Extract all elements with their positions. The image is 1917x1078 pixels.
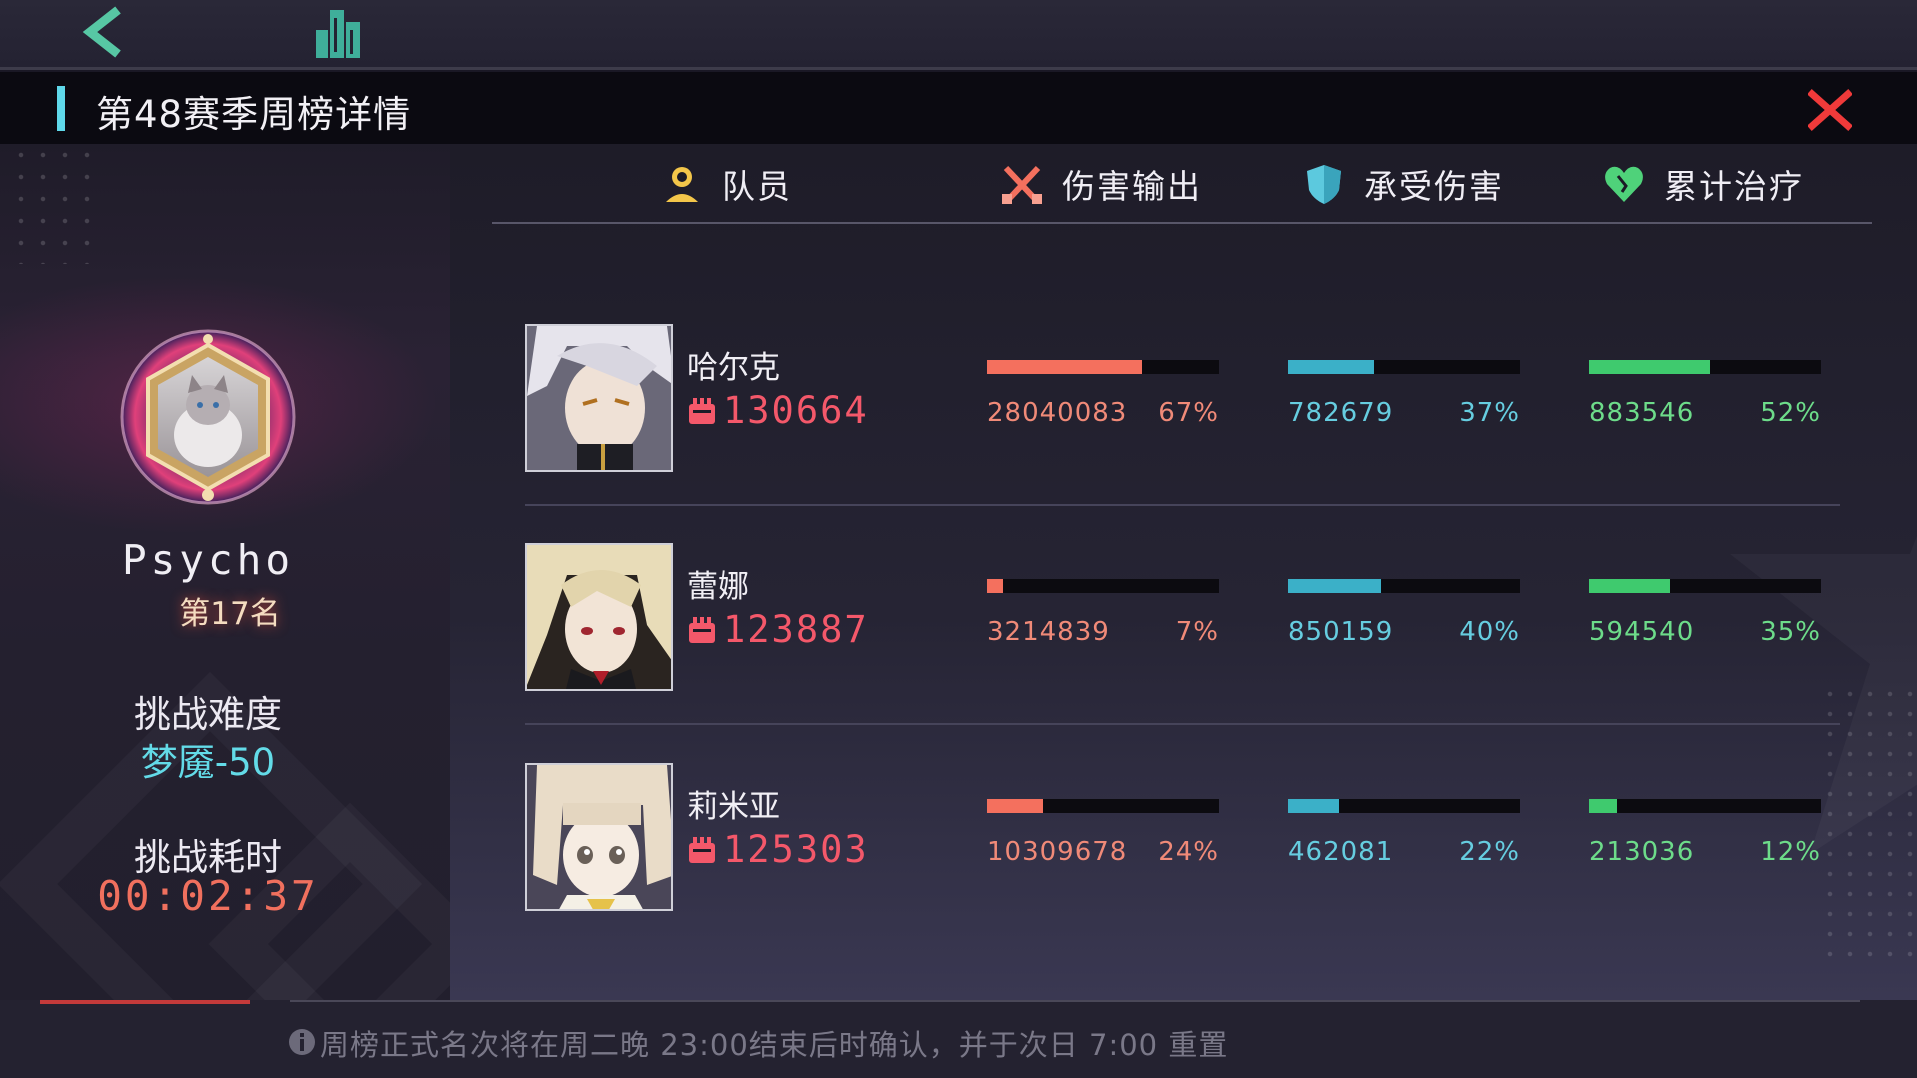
taken-bar <box>1288 799 1520 813</box>
hero-name: 莉米亚 <box>687 789 780 825</box>
damage-percent: 7% <box>1175 617 1219 647</box>
info-icon <box>289 1029 315 1055</box>
row-divider <box>525 723 1840 725</box>
damage-bar <box>987 360 1219 374</box>
team-member-row[interactable]: 哈尔克 130664 28040083 67% 782679 37% 88354… <box>525 324 1840 474</box>
damage-percent: 24% <box>1158 837 1219 867</box>
damage-bar-fill <box>987 360 1143 374</box>
hero-portrait[interactable] <box>525 324 673 472</box>
damage-value: 3214839 <box>987 617 1110 647</box>
hero-portrait-art <box>527 545 671 689</box>
difficulty-label: 挑战难度 <box>134 693 282 736</box>
damage-bar <box>987 579 1219 593</box>
healing-bar-fill <box>1589 799 1617 813</box>
column-member-label: 队员 <box>722 167 792 206</box>
column-healing-label: 累计治疗 <box>1664 167 1804 206</box>
hero-portrait-art <box>527 326 671 470</box>
healing-bar-fill <box>1589 579 1671 593</box>
fist-icon <box>689 616 715 643</box>
healing-value: 213036 <box>1589 837 1695 867</box>
taken-bar <box>1288 360 1520 374</box>
healing-percent: 35% <box>1760 617 1821 647</box>
healing-percent: 12% <box>1760 837 1821 867</box>
title-accent-bar <box>57 86 65 131</box>
player-name: Psycho <box>121 536 295 584</box>
team-member-row[interactable]: 蕾娜 123887 3214839 7% 850159 40% 594540 3… <box>525 543 1840 693</box>
hero-power: 130664 <box>687 389 869 432</box>
fist-icon <box>689 836 715 863</box>
person-icon <box>666 167 698 202</box>
column-taken-label: 承受伤害 <box>1364 167 1504 206</box>
time-value: 00:02:37 <box>97 872 319 920</box>
hero-portrait[interactable] <box>525 763 673 911</box>
damage-bar <box>987 799 1219 813</box>
taken-bar-fill <box>1288 799 1340 813</box>
fist-icon <box>689 397 715 424</box>
top-bar <box>0 0 1917 70</box>
damage-bar-fill <box>987 579 1004 593</box>
column-taken: 承受伤害 <box>1302 158 1504 210</box>
dialog-title: 第48赛季周榜详情 <box>96 93 412 136</box>
player-panel: Psycho 第17名 挑战难度 梦魇-50 挑战耗时 00:02:37 <box>0 144 450 1000</box>
footer-accent <box>40 1000 250 1004</box>
player-rank: 第17名 <box>179 596 281 632</box>
hero-power-value: 123887 <box>723 608 869 651</box>
column-healing: 累计治疗 <box>1602 158 1804 210</box>
player-avatar[interactable] <box>118 327 298 507</box>
shield-icon <box>1307 165 1341 204</box>
healing-bar <box>1589 799 1821 813</box>
taken-value: 782679 <box>1288 398 1394 428</box>
taken-bar-fill <box>1288 579 1381 593</box>
city-buildings-icon[interactable] <box>310 4 366 60</box>
hero-power: 125303 <box>687 828 869 871</box>
healing-value: 883546 <box>1589 398 1695 428</box>
dialog-header: 第48赛季周榜详情 <box>0 72 1917 144</box>
healing-bar <box>1589 579 1821 593</box>
hero-name: 哈尔克 <box>687 350 780 386</box>
team-member-row[interactable]: 莉米亚 125303 10309678 24% 462081 22% 21303… <box>525 763 1840 913</box>
footer: 周榜正式名次将在周二晚 23:00结束后时确认，并于次日 7:00 重置 <box>0 1000 1917 1078</box>
row-divider <box>525 504 1840 506</box>
taken-percent: 37% <box>1459 398 1520 428</box>
taken-percent: 22% <box>1459 837 1520 867</box>
taken-bar <box>1288 579 1520 593</box>
hero-portrait[interactable] <box>525 543 673 691</box>
taken-percent: 40% <box>1459 617 1520 647</box>
header-divider <box>492 222 1872 224</box>
close-icon[interactable] <box>1808 88 1852 132</box>
decor-dots <box>10 144 100 264</box>
healing-bar-fill <box>1589 360 1710 374</box>
hero-portrait-art <box>527 765 671 909</box>
taken-bar-fill <box>1288 360 1374 374</box>
season-detail-dialog: 第48赛季周榜详情 Psycho 第17名 挑战难度 梦魇-50 挑战耗时 00… <box>0 72 1917 1000</box>
column-member: 队员 <box>660 158 792 210</box>
healing-bar <box>1589 360 1821 374</box>
hero-power: 123887 <box>687 608 869 651</box>
damage-percent: 67% <box>1158 398 1219 428</box>
back-chevron-icon[interactable] <box>78 4 128 60</box>
hero-power-value: 130664 <box>723 389 869 432</box>
difficulty-value: 梦魇-50 <box>140 741 276 784</box>
damage-value: 28040083 <box>987 398 1128 428</box>
taken-value: 850159 <box>1288 617 1394 647</box>
taken-value: 462081 <box>1288 837 1394 867</box>
footer-divider <box>290 1000 1860 1002</box>
hero-power-value: 125303 <box>723 828 869 871</box>
heart-icon <box>1605 166 1643 202</box>
crossed-swords-icon <box>1002 165 1042 204</box>
column-damage-label: 伤害输出 <box>1062 167 1202 206</box>
hero-name: 蕾娜 <box>687 569 749 605</box>
damage-bar-fill <box>987 799 1043 813</box>
column-damage: 伤害输出 <box>1000 158 1202 210</box>
damage-value: 10309678 <box>987 837 1128 867</box>
healing-value: 594540 <box>1589 617 1695 647</box>
footer-notice: 周榜正式名次将在周二晚 23:00结束后时确认，并于次日 7:00 重置 <box>320 1028 1229 1062</box>
healing-percent: 52% <box>1760 398 1821 428</box>
